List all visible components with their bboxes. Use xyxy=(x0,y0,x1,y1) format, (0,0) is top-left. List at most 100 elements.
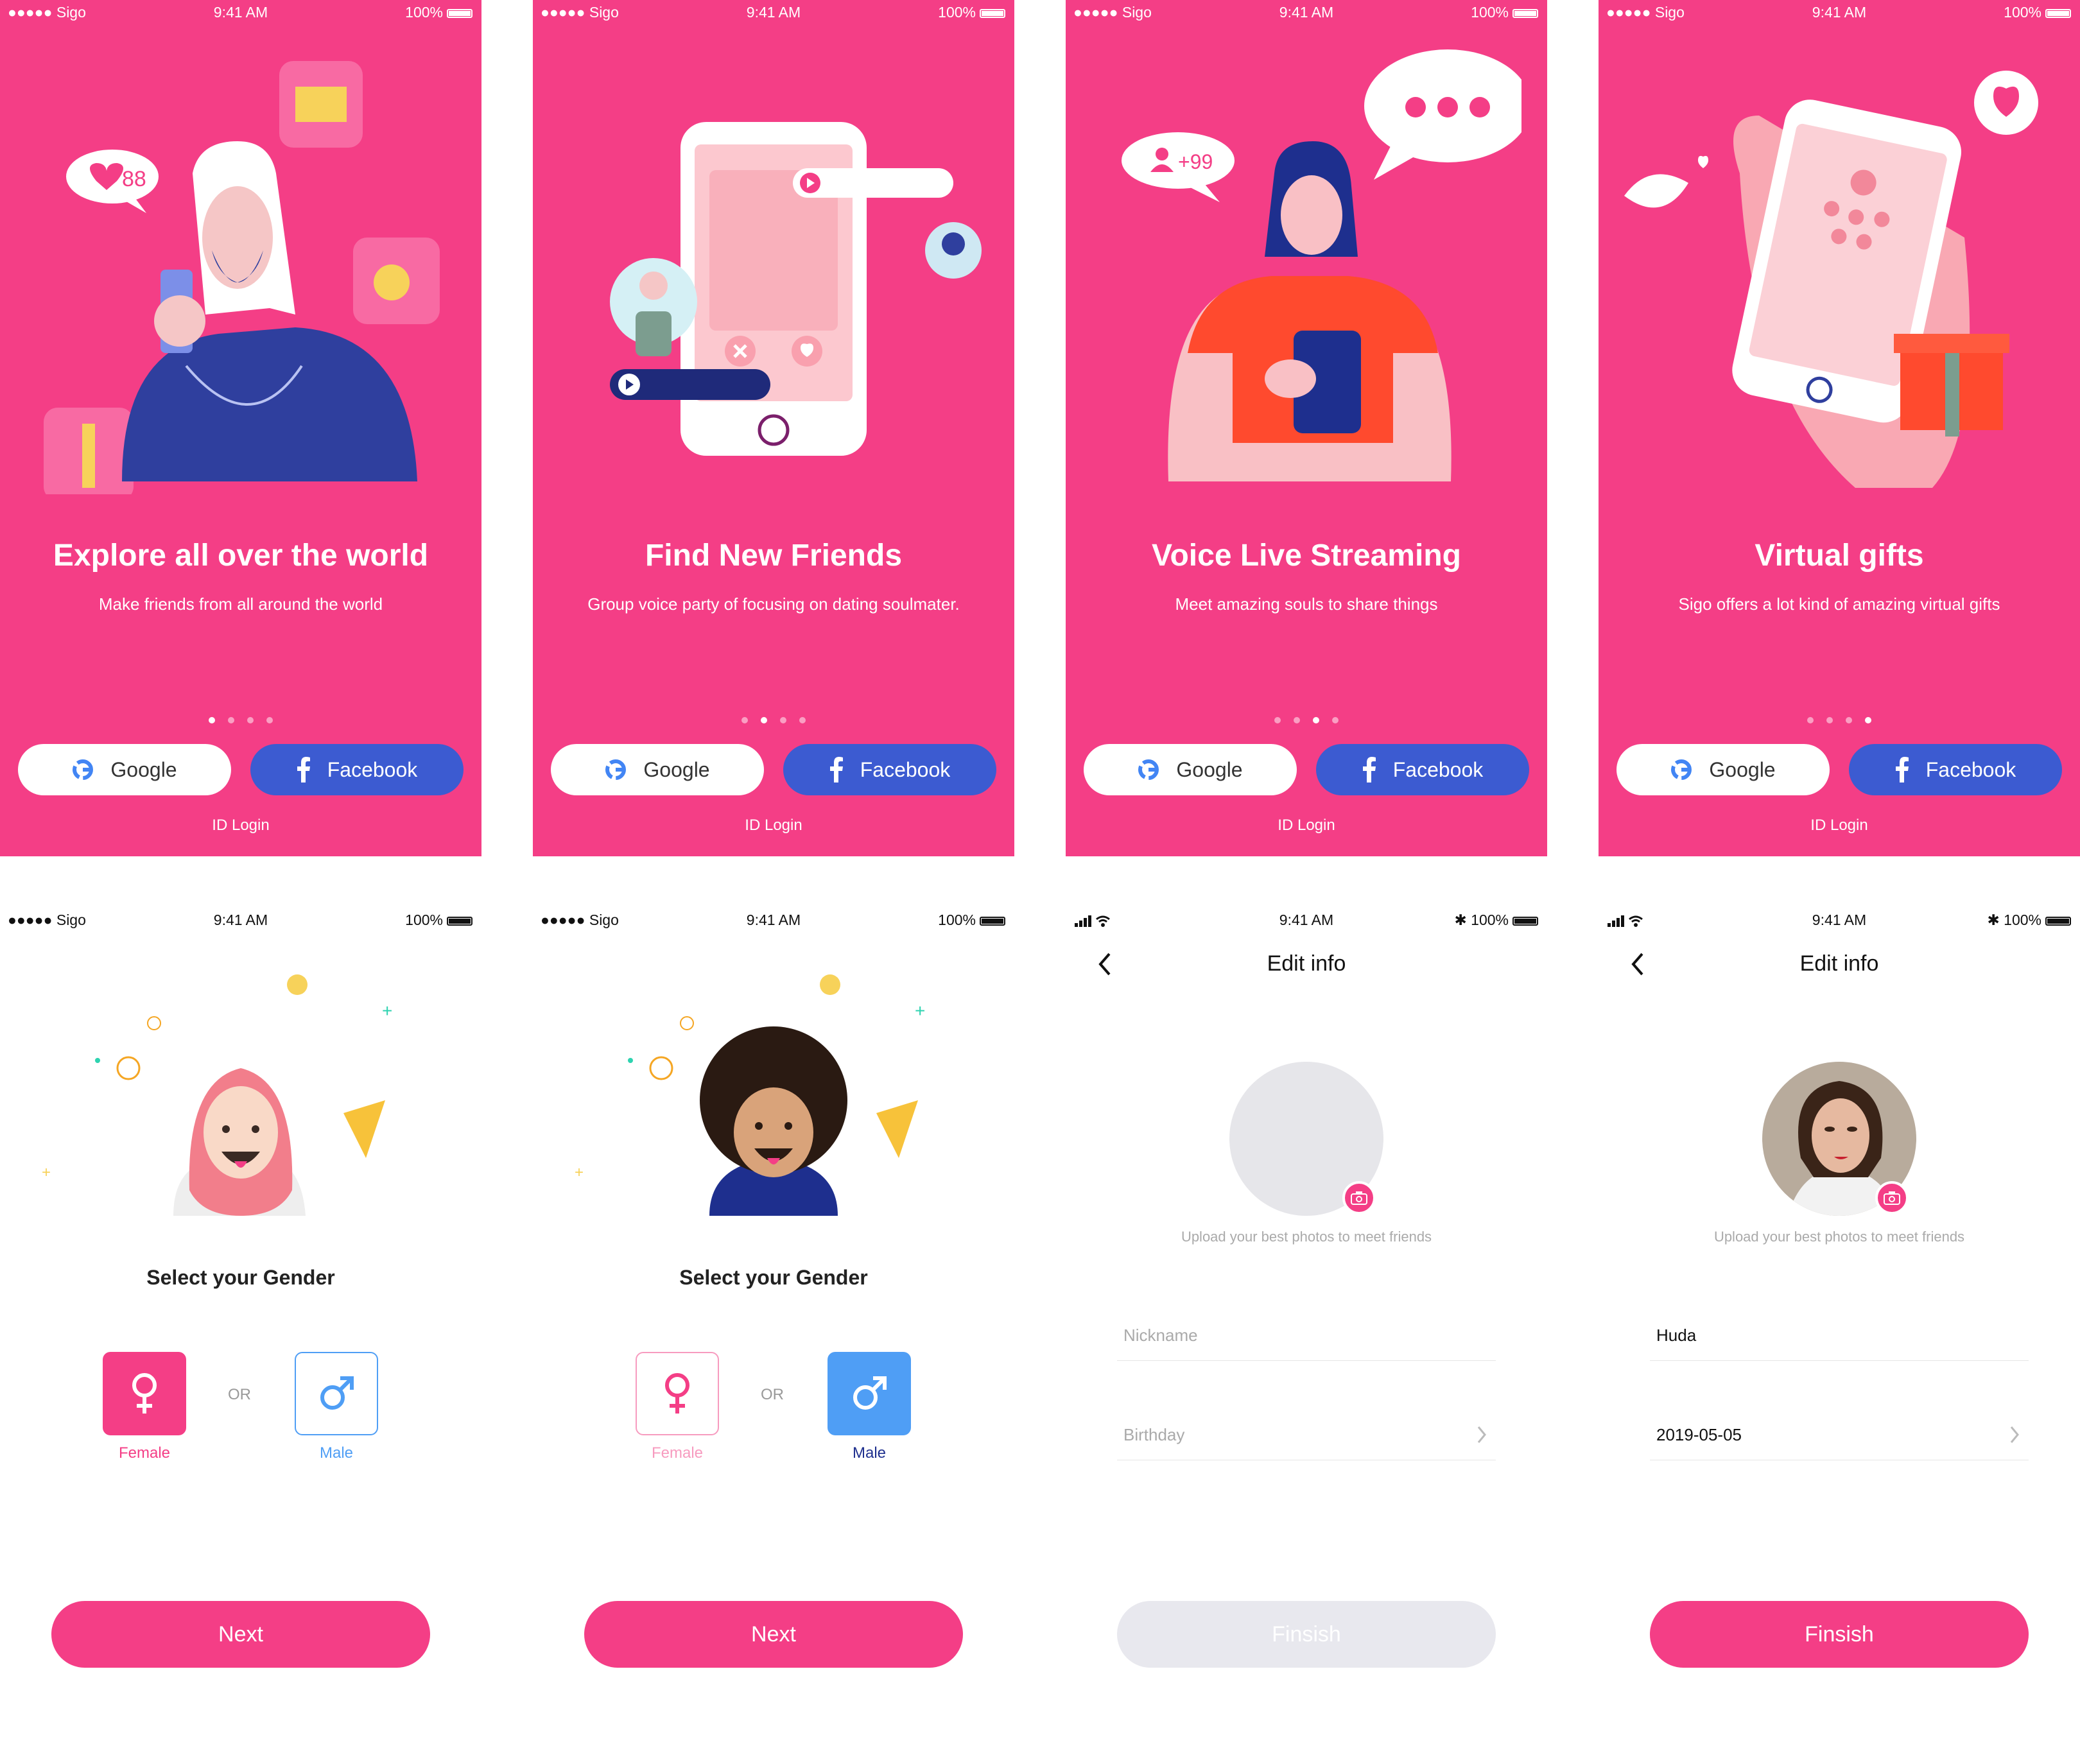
facebook-icon xyxy=(829,757,843,783)
onboarding-screen-explore: ●●●●● Sigo 9:41 AM 100% 88 Explore all o… xyxy=(0,0,481,856)
page-dot xyxy=(741,717,748,723)
id-login-link[interactable]: ID Login xyxy=(1599,817,2080,834)
facebook-icon xyxy=(297,757,310,783)
finish-button-disabled[interactable]: Finsish xyxy=(1117,1601,1496,1668)
or-separator: OR xyxy=(228,1386,251,1403)
battery-percent: 100% xyxy=(2004,912,2041,928)
battery-indicator: 100% xyxy=(938,4,1005,21)
male-label: Male xyxy=(319,1444,354,1462)
finish-button[interactable]: Finsish xyxy=(1650,1601,2029,1668)
male-option[interactable] xyxy=(295,1352,378,1435)
battery-icon xyxy=(1512,9,1538,18)
battery-icon xyxy=(2045,9,2071,18)
page-dot-active xyxy=(761,717,767,723)
edit-info-screen-filled: 9:41 AM ✱ 100% Edit info Upload your bes… xyxy=(1599,908,2080,1764)
id-login-link[interactable]: ID Login xyxy=(1066,817,1547,834)
page-dot-active xyxy=(209,717,215,723)
battery-indicator: 100% xyxy=(2004,4,2071,21)
explore-illustration: 88 xyxy=(44,61,440,494)
page-title: Edit info xyxy=(1799,951,1879,976)
gender-title: Select your Gender xyxy=(679,1266,868,1289)
female-label: Female xyxy=(651,1444,704,1462)
google-icon xyxy=(605,759,627,780)
female-option[interactable] xyxy=(636,1352,719,1435)
birthday-field[interactable]: Birthday xyxy=(1117,1408,1496,1460)
birthday-field[interactable]: 2019-05-05 xyxy=(1650,1408,2029,1460)
google-login-button[interactable]: Google xyxy=(1084,744,1297,795)
page-indicator xyxy=(533,715,1014,727)
page-dot xyxy=(1274,717,1281,723)
facebook-login-button[interactable]: Facebook xyxy=(783,744,996,795)
status-bar: ●●●●● Sigo 9:41 AM 100% xyxy=(0,908,481,933)
gender-title: Select your Gender xyxy=(146,1266,335,1289)
svg-text:+: + xyxy=(42,1164,51,1181)
google-label: Google xyxy=(643,757,710,781)
page-dot xyxy=(799,717,806,723)
battery-icon xyxy=(980,917,1005,926)
gender-screen-female: ●●●●● Sigo 9:41 AM 100% + + Select your … xyxy=(0,908,481,1764)
status-bar: 9:41 AM ✱ 100% xyxy=(1066,908,1547,933)
onboarding-subtitle: Group voice party of focusing on dating … xyxy=(587,594,960,614)
svg-text:+: + xyxy=(575,1164,584,1181)
female-option[interactable] xyxy=(103,1352,186,1435)
facebook-label: Facebook xyxy=(327,757,418,781)
facebook-label: Facebook xyxy=(1392,757,1484,781)
nickname-value: Huda xyxy=(1656,1326,1697,1345)
google-login-button[interactable]: Google xyxy=(1616,744,1830,795)
id-login-link[interactable]: ID Login xyxy=(0,817,481,834)
facebook-label: Facebook xyxy=(1925,757,2016,781)
birthday-value: 2019-05-05 xyxy=(1656,1425,1742,1444)
battery-percent: 100% xyxy=(938,4,976,21)
nickname-field[interactable]: Huda xyxy=(1650,1309,2029,1361)
facebook-login-button[interactable]: Facebook xyxy=(250,744,464,795)
nickname-field[interactable]: Nickname xyxy=(1117,1309,1496,1361)
battery-percent: 100% xyxy=(405,912,443,928)
onboarding-title: Explore all over the world xyxy=(53,539,429,573)
birthday-placeholder: Birthday xyxy=(1123,1425,1185,1444)
page-title: Edit info xyxy=(1267,951,1346,976)
status-bar: ●●●●● Sigo 9:41 AM 100% xyxy=(1599,0,2080,26)
female-label: Female xyxy=(118,1444,171,1462)
google-label: Google xyxy=(110,757,177,781)
onboarding-title: Virtual gifts xyxy=(1755,539,1924,573)
camera-button[interactable] xyxy=(1342,1181,1376,1215)
male-option[interactable] xyxy=(828,1352,911,1435)
id-login-link[interactable]: ID Login xyxy=(533,817,1014,834)
battery-percent: 100% xyxy=(405,4,443,21)
facebook-icon xyxy=(1362,757,1376,783)
battery-percent: 100% xyxy=(938,912,976,928)
page-indicator xyxy=(1066,715,1547,727)
next-button[interactable]: Next xyxy=(51,1601,430,1668)
svg-text:88: 88 xyxy=(122,167,146,191)
svg-text:+: + xyxy=(382,1001,392,1021)
camera-icon xyxy=(1351,1191,1367,1205)
bluetooth-icon: ✱ xyxy=(1454,912,1471,928)
facebook-login-button[interactable]: Facebook xyxy=(1316,744,1529,795)
google-icon xyxy=(1138,759,1159,780)
gifts-illustration xyxy=(1624,71,2038,488)
female-avatar-illustration: + + xyxy=(42,974,392,1216)
battery-indicator: ✱ 100% xyxy=(1988,912,2071,929)
facebook-login-button[interactable]: Facebook xyxy=(1849,744,2062,795)
gender-screen-male: ●●●●● Sigo 9:41 AM 100% + + Select your … xyxy=(533,908,1014,1764)
friends-illustration xyxy=(610,122,982,456)
onboarding-screen-gifts: ●●●●● Sigo 9:41 AM 100% Virtual gifts Si… xyxy=(1599,0,2080,856)
google-label: Google xyxy=(1709,757,1776,781)
google-login-button[interactable]: Google xyxy=(551,744,764,795)
google-login-button[interactable]: Google xyxy=(18,744,231,795)
status-bar: ●●●●● Sigo 9:41 AM 100% xyxy=(1066,0,1547,26)
page-dot xyxy=(780,717,786,723)
page-dot-active xyxy=(1865,717,1871,723)
camera-icon xyxy=(1884,1191,1900,1205)
battery-icon xyxy=(447,917,472,926)
google-icon xyxy=(73,759,94,780)
camera-button[interactable] xyxy=(1875,1181,1909,1215)
next-button[interactable]: Next xyxy=(584,1601,963,1668)
battery-icon xyxy=(1512,917,1538,926)
page-dot xyxy=(1846,717,1852,723)
battery-icon xyxy=(980,9,1005,18)
nickname-placeholder: Nickname xyxy=(1123,1326,1198,1345)
male-avatar-illustration: + + xyxy=(575,974,925,1216)
battery-indicator: ✱ 100% xyxy=(1454,912,1538,929)
page-dot xyxy=(1826,717,1833,723)
